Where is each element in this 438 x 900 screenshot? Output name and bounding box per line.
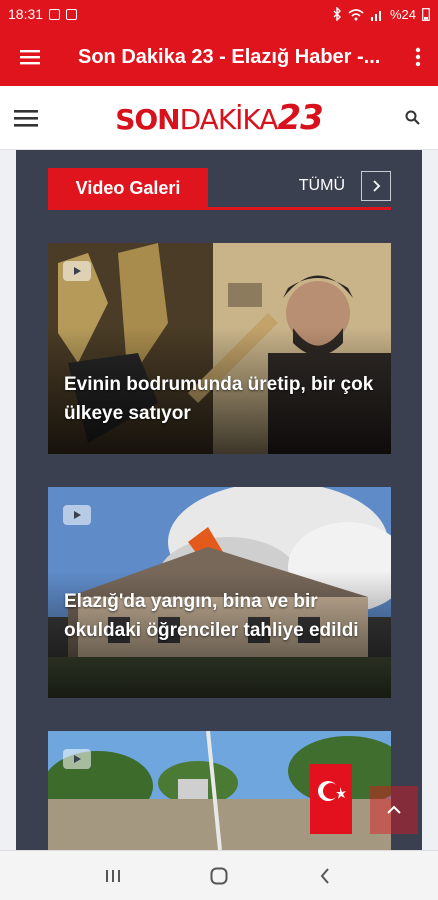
signal-icon xyxy=(370,10,381,21)
battery-level: %24 xyxy=(389,6,416,22)
video-title[interactable]: Evinin bodrumunda üretip, bir çok ülkeye… xyxy=(64,370,377,428)
logo-text-23: 23 xyxy=(277,97,323,138)
video-play-icon xyxy=(74,511,81,519)
video-card[interactable] xyxy=(48,731,391,850)
site-header: SON DAKİKA 23 xyxy=(0,86,438,150)
view-all-link[interactable]: TÜMÜ xyxy=(299,177,345,195)
logo-text-dakika: DAKİKA xyxy=(179,102,279,136)
battery-icon xyxy=(422,8,430,21)
search-button[interactable] xyxy=(386,86,438,150)
chevron-up-icon xyxy=(387,805,401,814)
gallery-notification-icon xyxy=(49,8,61,20)
flipboard-notification-icon xyxy=(66,8,78,20)
section-title: Video Galeri xyxy=(48,168,208,208)
logo-text-son: SON xyxy=(115,102,180,136)
site-menu-button[interactable] xyxy=(0,86,52,150)
video-play-badge xyxy=(63,749,91,769)
video-card[interactable]: Evinin bodrumunda üretip, bir çok ülkeye… xyxy=(48,243,391,454)
back-button[interactable] xyxy=(305,856,345,896)
back-icon xyxy=(320,867,329,884)
app-title: Son Dakika 23 - Elazığ Haber -... xyxy=(78,45,381,68)
status-bar: 18:31 %24 xyxy=(0,0,438,28)
video-title[interactable]: Elazığ'da yangın, bina ve bir okuldaki ö… xyxy=(64,587,377,645)
video-play-icon xyxy=(74,755,81,763)
scroll-to-top-button[interactable] xyxy=(370,786,418,834)
bluetooth-icon xyxy=(333,7,341,21)
hamburger-icon xyxy=(20,50,40,65)
recents-icon xyxy=(106,869,120,882)
chevron-right-icon xyxy=(373,180,381,192)
recents-button[interactable] xyxy=(93,856,133,896)
home-icon xyxy=(210,867,228,884)
app-bar: Son Dakika 23 - Elazığ Haber -... xyxy=(0,28,438,86)
site-logo[interactable]: SON DAKİKA 23 xyxy=(52,98,386,138)
wifi-icon xyxy=(348,8,364,20)
video-play-badge xyxy=(63,261,91,281)
view-all-arrow-button[interactable] xyxy=(361,171,391,201)
app-menu-button[interactable] xyxy=(0,28,60,86)
more-vert-icon xyxy=(415,47,421,67)
search-icon xyxy=(405,110,420,125)
video-play-badge xyxy=(63,505,91,525)
hamburger-icon xyxy=(14,109,38,127)
video-gallery-header: Video Galeri TÜMÜ xyxy=(48,168,391,210)
video-thumbnail xyxy=(48,731,391,850)
home-button[interactable] xyxy=(199,856,239,896)
video-play-icon xyxy=(74,267,81,275)
status-time: 18:31 xyxy=(8,6,44,22)
video-card[interactable]: Elazığ'da yangın, bina ve bir okuldaki ö… xyxy=(48,487,391,698)
more-options-button[interactable] xyxy=(398,28,438,86)
system-navigation-bar xyxy=(0,850,438,900)
